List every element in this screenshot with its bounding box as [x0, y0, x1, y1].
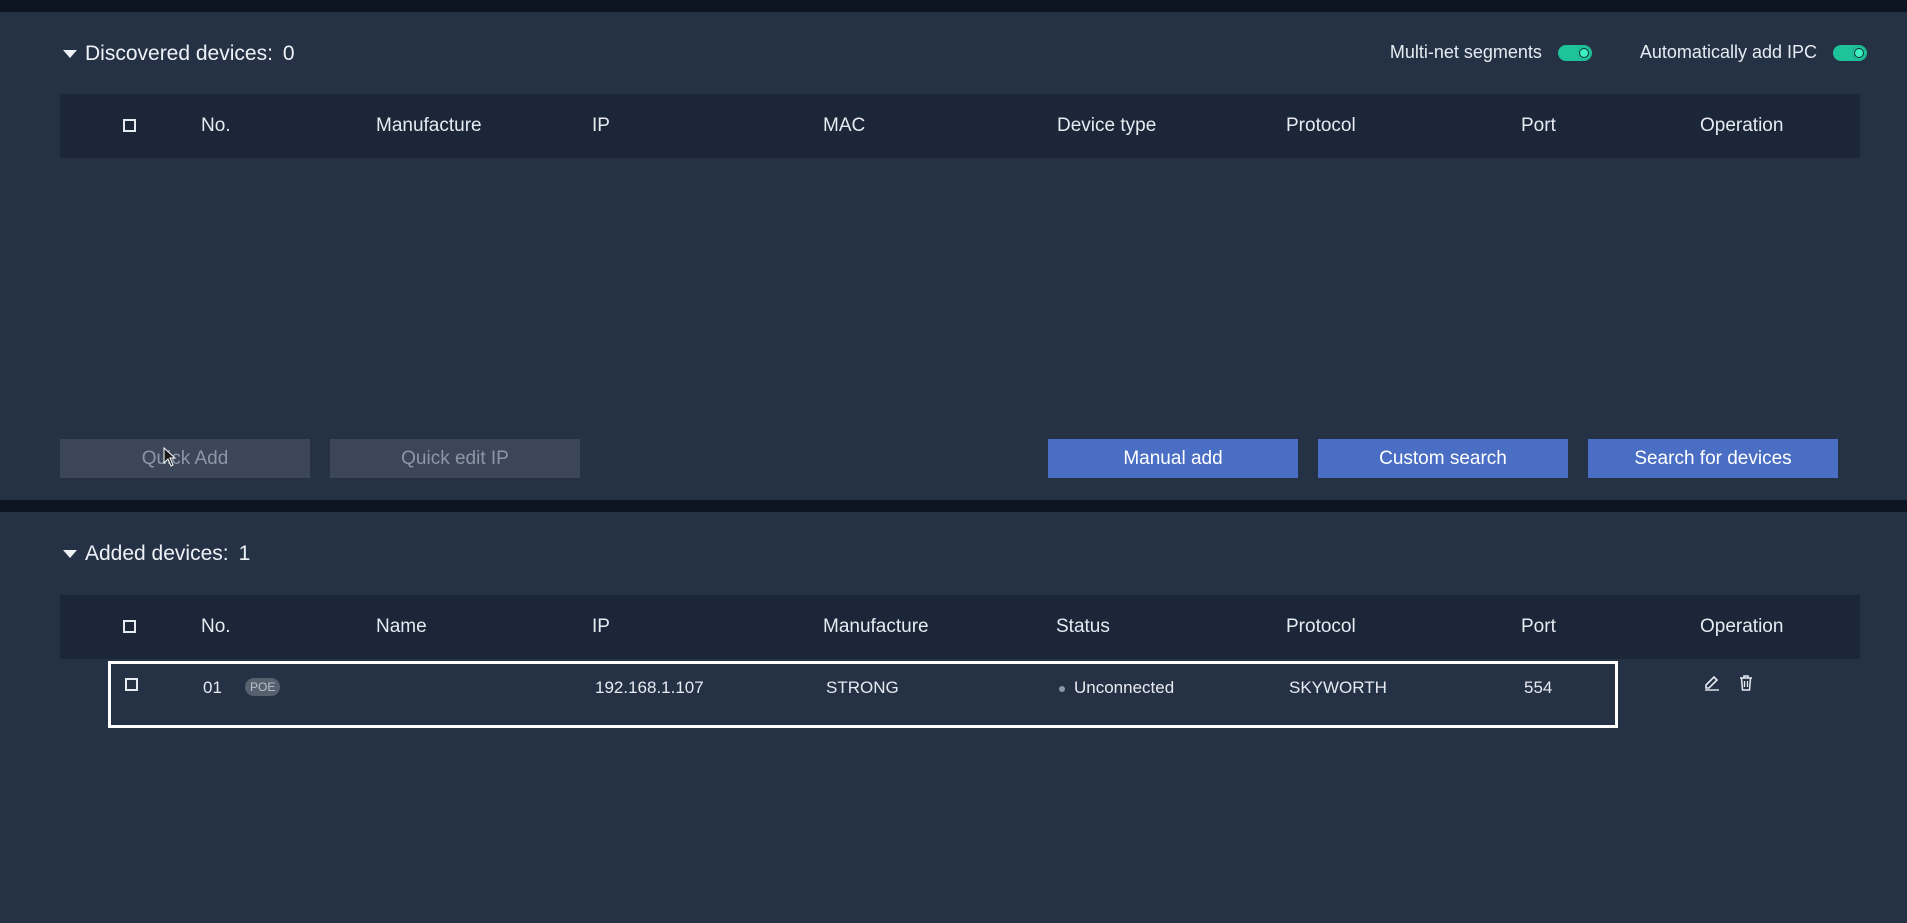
- row-protocol: SKYWORTH: [1289, 678, 1387, 697]
- column-header-operation: Operation: [1700, 616, 1784, 637]
- discovered-devices-panel: Discovered devices: 0 Multi-net segments…: [0, 12, 1907, 500]
- row-status: Unconnected: [1059, 678, 1174, 698]
- column-header-protocol[interactable]: Protocol: [1286, 595, 1356, 659]
- row-ip: 192.168.1.107: [595, 678, 704, 697]
- auto-add-option: Automatically add IPC: [1640, 42, 1867, 63]
- multi-net-toggle[interactable]: [1557, 44, 1592, 61]
- column-header-manufacture[interactable]: Manufacture: [376, 94, 482, 158]
- column-header-ip[interactable]: IP: [592, 595, 610, 659]
- discovered-devices-count: 0: [282, 42, 295, 65]
- column-header-ip[interactable]: IP: [592, 94, 610, 158]
- row-no: 01: [203, 678, 222, 697]
- column-header-no[interactable]: No.: [201, 595, 231, 659]
- column-header-port[interactable]: Port: [1521, 94, 1556, 158]
- discovered-devices-title: Discovered devices:: [85, 42, 273, 65]
- quick-edit-ip-button[interactable]: Quick edit IP: [330, 439, 580, 478]
- added-devices-count: 1: [238, 542, 251, 565]
- column-header-status[interactable]: Status: [1056, 595, 1110, 659]
- discovered-table-header: No. Manufacture IP MAC Device type Proto…: [60, 94, 1860, 158]
- row-status-text: Unconnected: [1074, 678, 1175, 697]
- discovery-options: Multi-net segments Automatically add IPC: [1342, 42, 1867, 63]
- discovered-devices-header[interactable]: Discovered devices: 0: [63, 42, 295, 66]
- caret-down-icon[interactable]: [63, 550, 77, 558]
- row-port: 554: [1524, 678, 1553, 697]
- column-header-device-type[interactable]: Device type: [1057, 94, 1156, 158]
- column-header-protocol[interactable]: Protocol: [1286, 94, 1356, 158]
- row-manufacture: STRONG: [826, 678, 899, 697]
- status-dot-icon: [1059, 685, 1065, 692]
- manual-add-button[interactable]: Manual add: [1048, 439, 1298, 478]
- column-header-manufacture[interactable]: Manufacture: [823, 595, 929, 659]
- delete-icon[interactable]: [1737, 674, 1755, 692]
- select-all-checkbox[interactable]: [123, 620, 136, 633]
- quick-add-button[interactable]: Quick Add: [60, 439, 310, 478]
- column-header-port[interactable]: Port: [1521, 595, 1556, 659]
- added-table-header: No. Name IP Manufacture Status Protocol …: [60, 595, 1860, 659]
- column-header-mac[interactable]: MAC: [823, 94, 865, 158]
- search-for-devices-button[interactable]: Search for devices: [1588, 439, 1838, 478]
- toggle-knob: [1576, 45, 1591, 60]
- table-row[interactable]: 01 POE 192.168.1.107 STRONG Unconnected …: [108, 661, 1618, 728]
- multi-net-option: Multi-net segments: [1390, 42, 1592, 63]
- multi-net-label: Multi-net segments: [1389, 42, 1542, 62]
- toggle-knob: [1852, 45, 1866, 60]
- added-devices-title: Added devices:: [85, 542, 229, 565]
- poe-badge: POE: [245, 678, 281, 696]
- column-header-no[interactable]: No.: [201, 94, 231, 158]
- auto-add-toggle[interactable]: [1833, 44, 1867, 61]
- caret-down-icon[interactable]: [63, 50, 77, 58]
- column-header-operation: Operation: [1700, 115, 1784, 136]
- custom-search-button[interactable]: Custom search: [1318, 439, 1568, 478]
- auto-add-label: Automatically add IPC: [1639, 42, 1817, 62]
- column-header-name[interactable]: Name: [376, 595, 427, 659]
- added-devices-header[interactable]: Added devices: 1: [63, 542, 250, 566]
- mouse-cursor-icon: [163, 447, 177, 467]
- edit-icon[interactable]: [1703, 674, 1721, 692]
- select-all-checkbox[interactable]: [123, 119, 136, 132]
- row-checkbox[interactable]: [125, 678, 138, 691]
